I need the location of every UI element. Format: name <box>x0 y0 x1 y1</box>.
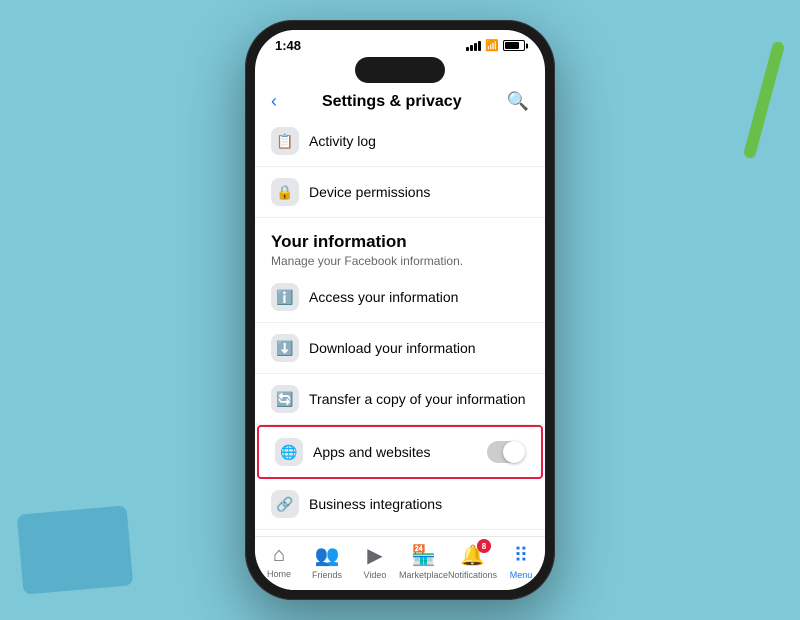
activity-log-icon: 📋 <box>271 127 299 155</box>
tab-friends[interactable]: 👥 Friends <box>303 543 351 580</box>
page-title: Settings & privacy <box>322 93 462 111</box>
business-integrations-icon: 🔗 <box>271 490 299 518</box>
list-item[interactable]: 🔒 Device permissions <box>255 167 545 218</box>
list-item[interactable]: ⬇️ Download your information <box>255 323 545 374</box>
scroll-content[interactable]: 📋 Activity log 🔒 Device permissions Your… <box>255 116 545 536</box>
tab-bar: ⌂ Home 👥 Friends ▶ Video 🏪 Marketplace 🔔… <box>255 536 545 590</box>
device-permissions-icon: 🔒 <box>271 178 299 206</box>
bg-tablet-decoration <box>17 505 134 594</box>
friends-label: Friends <box>312 570 342 580</box>
activity-log-label: Activity log <box>309 133 376 149</box>
marketplace-icon: 🏪 <box>411 543 436 568</box>
wifi-icon: 📶 <box>485 39 499 52</box>
list-item[interactable]: 🔄 Transfer a copy of your information <box>255 374 545 425</box>
nav-bar: ‹ Settings & privacy 🔍 <box>255 83 545 116</box>
back-button[interactable]: ‹ <box>271 91 277 112</box>
home-label: Home <box>267 569 291 579</box>
menu-label: Menu <box>510 570 533 580</box>
apps-and-websites-item[interactable]: 🌐 Apps and websites <box>257 425 543 479</box>
list-item[interactable]: 📊 Off-Facebook activity <box>255 530 545 536</box>
signal-bars-icon <box>466 41 481 51</box>
access-info-icon: ℹ️ <box>271 283 299 311</box>
transfer-info-icon: 🔄 <box>271 385 299 413</box>
download-info-icon: ⬇️ <box>271 334 299 362</box>
video-icon: ▶ <box>367 543 382 568</box>
phone-shell: 1:48 📶 ‹ Settings & privacy 🔍 <box>245 20 555 600</box>
video-label: Video <box>364 570 387 580</box>
apps-websites-toggle[interactable] <box>487 441 525 463</box>
phone-screen: 1:48 📶 ‹ Settings & privacy 🔍 <box>255 30 545 590</box>
list-item[interactable]: 🔗 Business integrations <box>255 479 545 530</box>
your-information-subtitle: Manage your Facebook information. <box>271 254 529 268</box>
transfer-info-label: Transfer a copy of your information <box>309 391 526 407</box>
status-icons: 📶 <box>466 39 525 52</box>
tab-menu[interactable]: ⠿ Menu <box>497 543 545 580</box>
access-info-label: Access your information <box>309 289 458 305</box>
battery-icon <box>503 40 525 51</box>
notifications-label: Notifications <box>448 570 497 580</box>
apps-websites-icon: 🌐 <box>275 438 303 466</box>
apps-websites-label: Apps and websites <box>313 444 431 460</box>
search-button[interactable]: 🔍 <box>507 91 529 112</box>
list-item[interactable]: 📋 Activity log <box>255 116 545 167</box>
download-info-label: Download your information <box>309 340 476 356</box>
business-integrations-label: Business integrations <box>309 496 442 512</box>
notification-badge: 8 <box>477 539 491 553</box>
list-item[interactable]: ℹ️ Access your information <box>255 272 545 323</box>
tab-home[interactable]: ⌂ Home <box>255 544 303 579</box>
friends-icon: 👥 <box>315 543 340 568</box>
your-information-section: Your information Manage your Facebook in… <box>255 218 545 272</box>
home-icon: ⌂ <box>273 544 285 567</box>
tab-marketplace[interactable]: 🏪 Marketplace <box>399 543 448 580</box>
tab-video[interactable]: ▶ Video <box>351 543 399 580</box>
notifications-icon: 🔔 8 <box>460 543 485 568</box>
marketplace-label: Marketplace <box>399 570 448 580</box>
menu-icon: ⠿ <box>514 543 529 568</box>
bg-pen-decoration <box>743 40 786 159</box>
tab-notifications[interactable]: 🔔 8 Notifications <box>448 543 497 580</box>
your-information-title: Your information <box>271 232 529 252</box>
dynamic-island <box>355 57 445 83</box>
status-bar: 1:48 📶 <box>255 30 545 57</box>
device-permissions-label: Device permissions <box>309 184 430 200</box>
status-time: 1:48 <box>275 38 301 53</box>
